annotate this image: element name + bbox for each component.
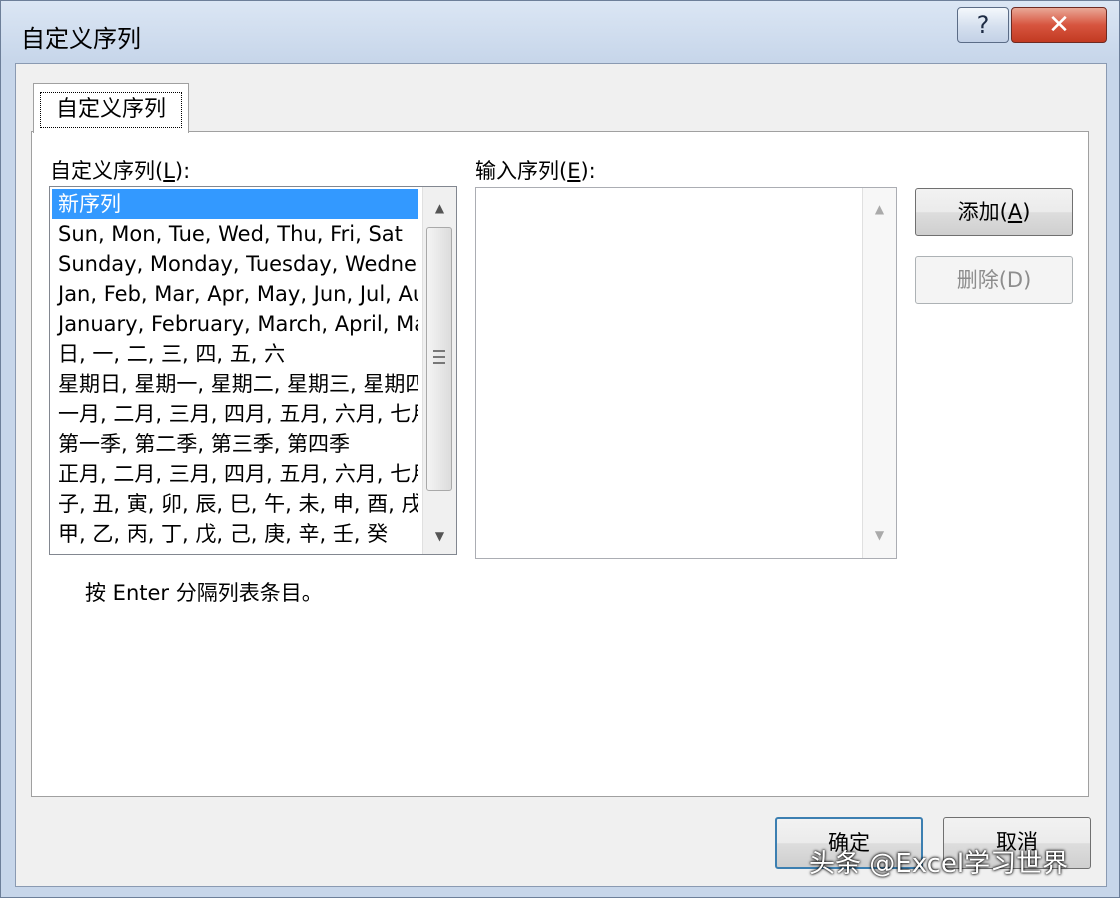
add-button[interactable]: 添加(A)	[915, 188, 1073, 236]
close-button[interactable]: ✕	[1011, 7, 1107, 43]
list-item[interactable]: 星期日, 星期一, 星期二, 星期三, 星期四, 星期五, 星期六	[52, 369, 418, 399]
list-item[interactable]: 甲, 乙, 丙, 丁, 戊, 己, 庚, 辛, 壬, 癸	[52, 519, 418, 549]
close-icon: ✕	[1048, 10, 1070, 40]
question-icon: ?	[976, 11, 990, 39]
list-item[interactable]: 日, 一, 二, 三, 四, 五, 六	[52, 339, 418, 369]
list-item[interactable]: Sunday, Monday, Tuesday, Wednesday, Thur…	[52, 249, 418, 279]
scroll-down-icon[interactable]: ▼	[423, 521, 456, 551]
list-entries-label: 输入序列(E):	[475, 159, 596, 183]
help-button[interactable]: ?	[957, 7, 1009, 43]
scroll-down-icon[interactable]: ▼	[863, 520, 896, 550]
listbox-scrollbar[interactable]: ▲ ▼	[422, 187, 456, 554]
list-items: 新序列 Sun, Mon, Tue, Wed, Thu, Fri, Sat Sund…	[52, 189, 418, 549]
tab-custom-lists[interactable]: 自定义序列	[33, 83, 189, 133]
delete-button[interactable]: 删除(D)	[915, 256, 1073, 304]
scroll-up-icon[interactable]: ▲	[423, 193, 456, 223]
list-item[interactable]: Jan, Feb, Mar, Apr, May, Jun, Jul, Aug, …	[52, 279, 418, 309]
grip-icon	[433, 350, 445, 364]
list-item[interactable]: 新序列	[52, 189, 418, 219]
entries-scrollbar[interactable]: ▲ ▼	[862, 188, 896, 558]
custom-lists-listbox[interactable]: 新序列 Sun, Mon, Tue, Wed, Thu, Fri, Sat Sund…	[49, 186, 457, 555]
list-item[interactable]: 子, 丑, 寅, 卯, 辰, 巳, 午, 未, 申, 酉, 戌, 亥	[52, 489, 418, 519]
title-bar[interactable]: 自定义序列 ? ✕	[1, 1, 1119, 63]
list-item[interactable]: 第一季, 第二季, 第三季, 第四季	[52, 429, 418, 459]
dialog-title: 自定义序列	[21, 25, 141, 53]
hint-text: 按 Enter 分隔列表条目。	[85, 581, 323, 605]
list-item[interactable]: 正月, 二月, 三月, 四月, 五月, 六月, 七月, 八月, 九月, 十月, …	[52, 459, 418, 489]
list-item[interactable]: Sun, Mon, Tue, Wed, Thu, Fri, Sat	[52, 219, 418, 249]
list-item[interactable]: 一月, 二月, 三月, 四月, 五月, 六月, 七月, 八月, 九月, 十月, …	[52, 399, 418, 429]
scroll-up-icon[interactable]: ▲	[863, 194, 896, 224]
custom-lists-label: 自定义序列(L):	[50, 159, 191, 183]
list-item[interactable]: January, February, March, April, May, Ju…	[52, 309, 418, 339]
custom-lists-dialog: 自定义序列 ? ✕ 自定义序列 自定义序列(L): 新序列 Sun, Mon, T…	[0, 0, 1120, 898]
list-entries-input[interactable]: ▲ ▼	[475, 187, 897, 559]
scroll-thumb[interactable]	[426, 227, 452, 491]
watermark: 头条 @Excel学习世界	[809, 849, 1069, 879]
tab-label: 自定义序列	[40, 92, 182, 128]
